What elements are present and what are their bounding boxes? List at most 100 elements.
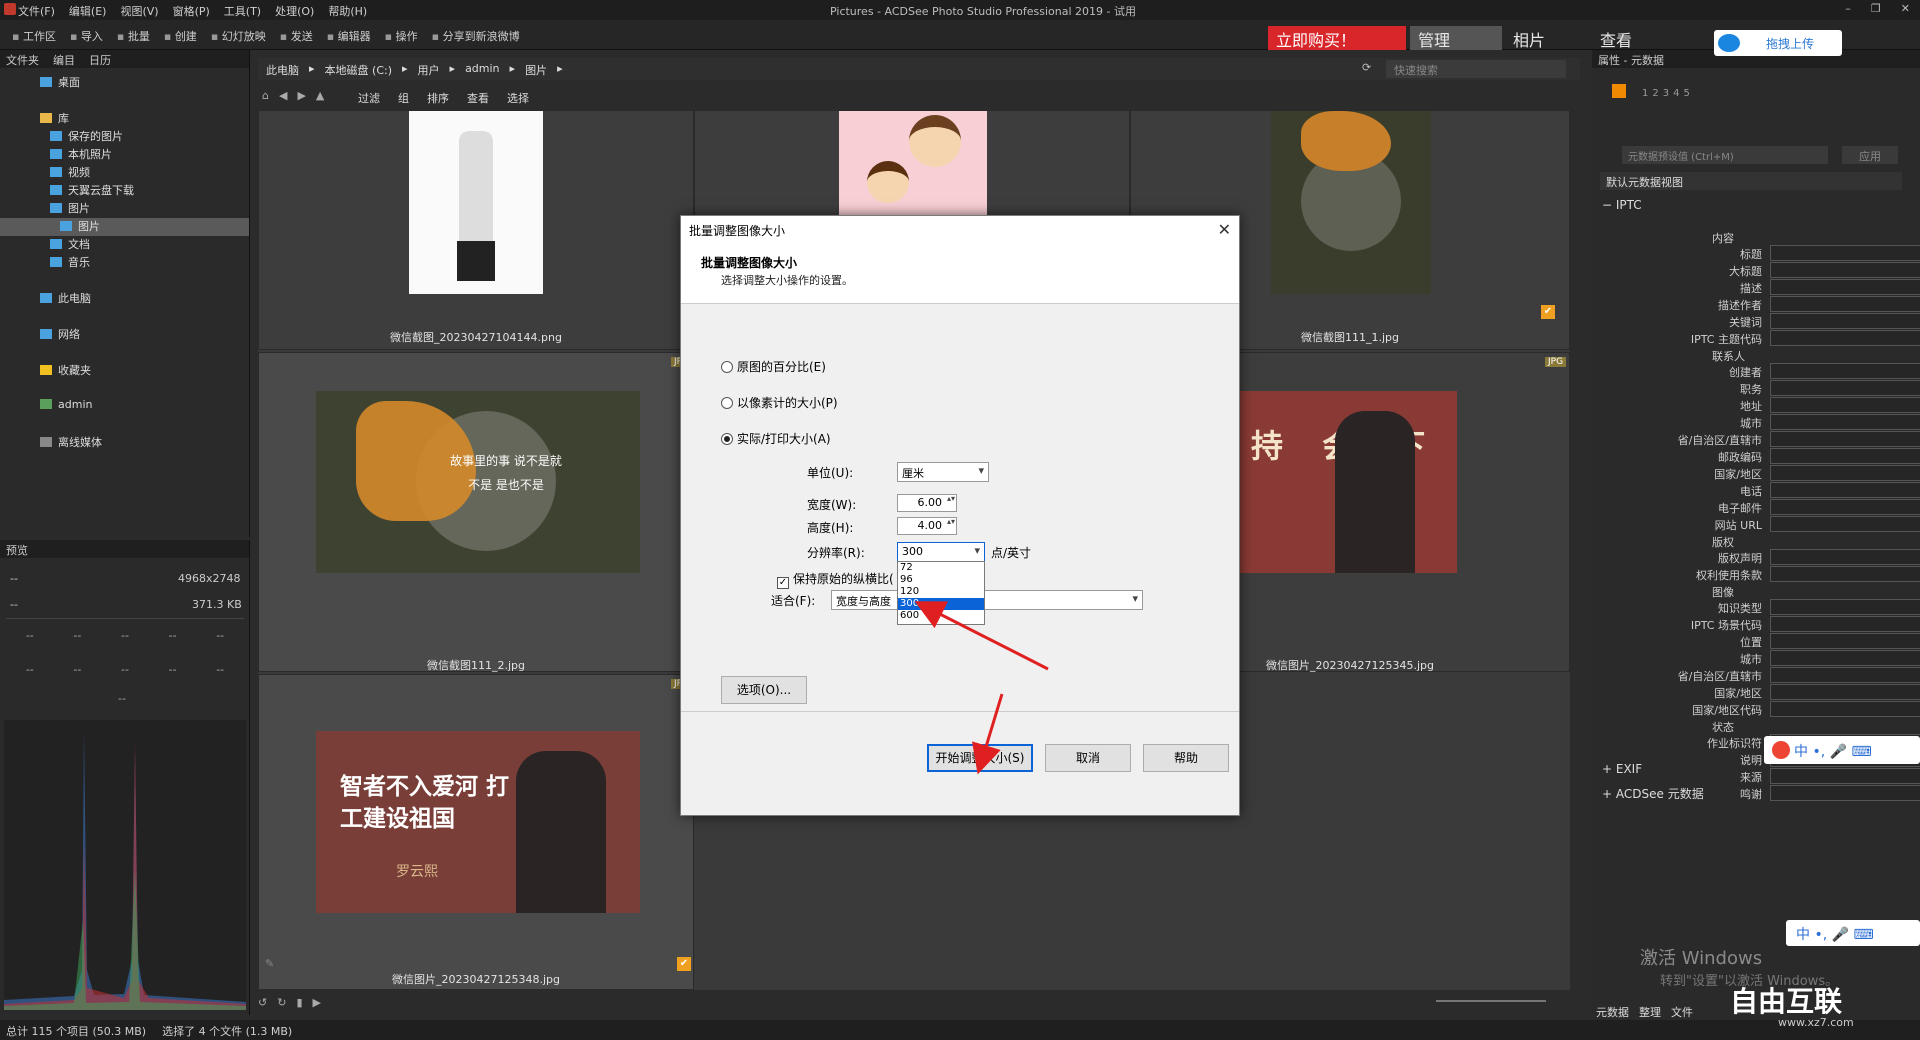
thumbnail-item[interactable]: 微信截图_20230427104144.png (258, 110, 694, 350)
refresh-icon[interactable]: ⟳ (1362, 61, 1371, 74)
actions-button[interactable]: 操作 (385, 28, 418, 44)
metadata-field-input[interactable] (1770, 380, 1920, 396)
import-button[interactable]: 导入 (70, 28, 103, 44)
tab-file[interactable]: 文件 (1671, 1004, 1693, 1020)
fit-select[interactable]: 宽度与高度 (831, 590, 1143, 610)
metadata-field-input[interactable] (1770, 313, 1920, 329)
menu-file[interactable]: 文件(F) (18, 3, 55, 19)
sort-button[interactable]: 排序 (427, 90, 449, 106)
keep-ratio-checkbox[interactable]: ✓ 保持原始的纵横比( (777, 570, 894, 589)
quick-search-input[interactable]: 快速搜索 (1386, 60, 1566, 78)
view-button[interactable]: 查看 (467, 90, 489, 106)
tab-organize[interactable]: 整理 (1639, 1004, 1661, 1020)
tree-item-network[interactable]: 网络 (0, 326, 249, 344)
help-button[interactable]: 帮助 (1143, 744, 1229, 772)
radio-print-size[interactable]: 实际/打印大小(A) (721, 430, 831, 447)
tree-item-desktop[interactable]: 桌面 (0, 74, 249, 92)
home-icon[interactable]: ⌂ (262, 89, 269, 102)
thumbnail-item[interactable]: 故事里的事 说不是就不是 是也不是 JPG 微信截图111_2.jpg (258, 352, 695, 672)
breadcrumb-drive-c[interactable]: 本地磁盘 (C:) (325, 62, 392, 78)
metadata-field-input[interactable] (1770, 599, 1920, 615)
play-icon[interactable]: ▶ (313, 996, 321, 1009)
mode-view-button[interactable]: 查看 (1592, 26, 1674, 50)
radio-pixel-size[interactable]: 以像素计的大小(P) (721, 394, 838, 411)
tree-item-cloud-downloads[interactable]: 天翼云盘下载 (0, 182, 249, 200)
forward-icon[interactable]: ▶ (297, 89, 305, 102)
zoom-slider[interactable] (1436, 1000, 1546, 1002)
close-icon[interactable]: ✕ (1901, 2, 1910, 15)
tree-item-pictures[interactable]: 图片 (0, 200, 249, 218)
buy-now-button[interactable]: 立即购买！ (1268, 26, 1406, 50)
dialog-close-icon[interactable]: ✕ (1218, 220, 1231, 239)
metadata-field-input[interactable] (1770, 279, 1920, 295)
metadata-field-input[interactable] (1770, 701, 1920, 717)
share-weibo-button[interactable]: 分享到新浪微博 (432, 28, 520, 44)
metadata-field-input[interactable] (1770, 482, 1920, 498)
menu-help[interactable]: 帮助(H) (328, 3, 367, 19)
metadata-field-input[interactable] (1770, 448, 1920, 464)
tree-item-offline-media[interactable]: 离线媒体 (0, 434, 249, 452)
start-resize-button[interactable]: 开始调整大小(S) (927, 744, 1033, 772)
tree-item-this-pc[interactable]: 此电脑 (0, 290, 249, 308)
selected-check-icon[interactable]: ✔ (677, 957, 691, 971)
metadata-field-input[interactable] (1770, 516, 1920, 532)
metadata-field-input[interactable] (1770, 633, 1920, 649)
tree-item-documents[interactable]: 文档 (0, 236, 249, 254)
metadata-field-input[interactable] (1770, 296, 1920, 312)
tree-item-videos[interactable]: 视频 (0, 164, 249, 182)
metadata-field-input[interactable] (1770, 245, 1920, 261)
tree-item-pictures-selected[interactable]: 图片 (0, 218, 249, 236)
slideshow-button[interactable]: 幻灯放映 (211, 28, 266, 44)
metadata-field-input[interactable] (1770, 499, 1920, 515)
tree-item-library[interactable]: 库 (0, 110, 249, 128)
tree-item-camera-roll[interactable]: 本机照片 (0, 146, 249, 164)
tree-item-music[interactable]: 音乐 (0, 254, 249, 272)
tab-metadata[interactable]: 元数据 (1596, 1004, 1629, 1020)
metadata-field-input[interactable] (1770, 330, 1920, 346)
selected-check-icon[interactable]: ✔ (1541, 305, 1555, 319)
minimize-icon[interactable]: – (1845, 2, 1851, 15)
restore-icon[interactable]: ❐ (1871, 2, 1881, 15)
resolution-option-selected[interactable]: 300 (898, 598, 984, 610)
editor-button[interactable]: 编辑器 (327, 28, 371, 44)
menu-process[interactable]: 处理(O) (275, 3, 314, 19)
breadcrumb-pictures[interactable]: 图片 (525, 62, 547, 78)
rotate-right-icon[interactable]: ↻ (277, 996, 286, 1009)
tree-item-favorites[interactable]: 收藏夹 (0, 362, 249, 380)
batch-button[interactable]: 批量 (117, 28, 150, 44)
tab-folders[interactable]: 文件夹 (6, 52, 39, 67)
menu-edit[interactable]: 编辑(E) (69, 3, 107, 19)
breadcrumb-this-pc[interactable]: 此电脑 (266, 62, 299, 78)
resolution-option[interactable]: 120 (898, 586, 984, 598)
width-input[interactable]: 6.00 (897, 494, 957, 512)
cancel-button[interactable]: 取消 (1045, 744, 1131, 772)
metadata-field-input[interactable] (1770, 431, 1920, 447)
height-input[interactable]: 4.00 (897, 517, 957, 535)
resolution-option[interactable]: 600 (898, 610, 984, 622)
back-icon[interactable]: ◀ (279, 89, 287, 102)
metadata-field-input[interactable] (1770, 465, 1920, 481)
metadata-field-input[interactable] (1770, 566, 1920, 582)
unit-select[interactable]: 厘米 (897, 462, 989, 482)
tab-calendar[interactable]: 日历 (89, 52, 111, 67)
workspace-button[interactable]: 工作区 (12, 28, 56, 44)
menu-tools[interactable]: 工具(T) (224, 3, 261, 19)
metadata-field-input[interactable] (1770, 768, 1920, 784)
metadata-field-input[interactable] (1770, 549, 1920, 565)
options-button[interactable]: 选项(O)... (721, 676, 807, 704)
edit-pencil-icon[interactable]: ✎ (265, 957, 274, 970)
metadata-field-input[interactable] (1770, 262, 1920, 278)
resolution-option[interactable]: 72 (898, 562, 984, 574)
breadcrumb-admin[interactable]: admin (465, 62, 499, 78)
mode-manage-button[interactable]: 管理 (1410, 26, 1502, 50)
resolution-select[interactable]: 300 (897, 542, 985, 562)
ime-toolbar[interactable]: 中 •, 🎤 ⌨ (1764, 736, 1920, 764)
radio-percentage[interactable]: 原图的百分比(E) (721, 358, 826, 375)
tree-item-saved-pictures[interactable]: 保存的图片 (0, 128, 249, 146)
exif-section-header[interactable]: + EXIF (1602, 762, 1642, 776)
mode-photos-button[interactable]: 相片 (1505, 26, 1587, 50)
tab-catalog[interactable]: 编目 (53, 52, 75, 67)
breadcrumb-users[interactable]: 用户 (418, 62, 440, 78)
metadata-field-input[interactable] (1770, 667, 1920, 683)
thumbnail-item[interactable]: 智者不入爱河 打工建设祖国 罗云熙 JPG ✔ ✎ 微信图片_202304271… (258, 674, 694, 990)
